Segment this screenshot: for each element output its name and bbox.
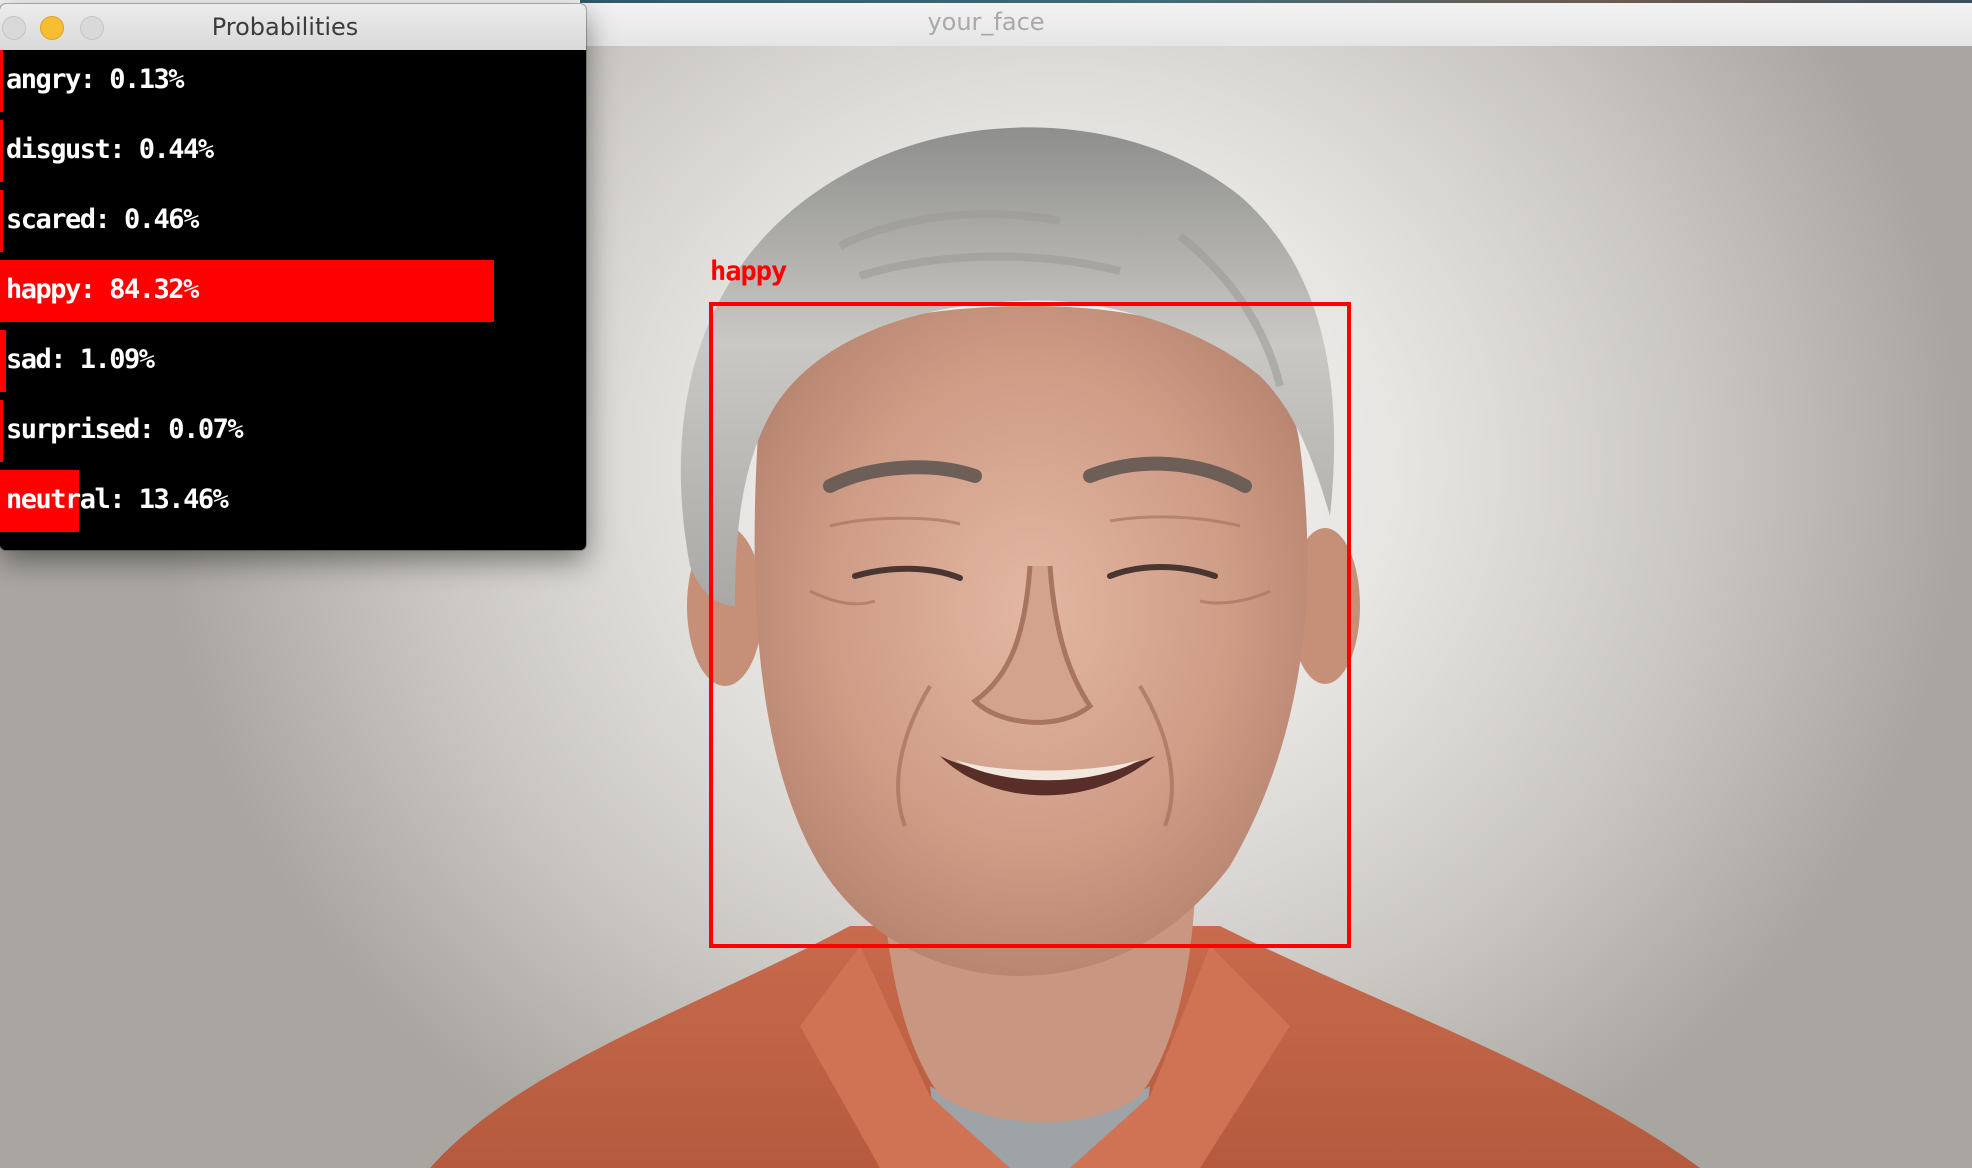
prob-bar xyxy=(0,120,3,182)
zoom-window-button[interactable] xyxy=(80,16,104,40)
prob-row-disgust: disgust: 0.44% xyxy=(0,120,586,182)
prob-text: sad: 1.09% xyxy=(6,344,155,375)
prob-row-happy: happy: 84.32% xyxy=(0,260,586,322)
prob-row-sad: sad: 1.09% xyxy=(0,330,586,392)
prob-text: angry: 0.13% xyxy=(6,64,185,95)
background-window-strip xyxy=(580,0,1972,3)
prob-bar xyxy=(0,400,3,462)
detection-label: happy xyxy=(710,256,787,287)
prob-text: surprised: 0.07% xyxy=(6,414,244,445)
prob-text: scared: 0.46% xyxy=(6,204,199,235)
prob-bar xyxy=(0,50,3,112)
prob-row-neutral: neutral: 13.46% xyxy=(0,470,586,532)
probabilities-panel: angry: 0.13% disgust: 0.44% scared: 0.46… xyxy=(0,50,586,550)
prob-text: disgust: 0.44% xyxy=(6,134,214,165)
probabilities-titlebar[interactable]: Probabilities xyxy=(0,4,586,51)
close-window-button[interactable] xyxy=(2,16,26,40)
probabilities-window: Probabilities angry: 0.13% disgust: 0.44… xyxy=(0,4,586,550)
prob-text: happy: 84.32% xyxy=(6,274,199,305)
prob-row-surprised: surprised: 0.07% xyxy=(0,400,586,462)
minimize-window-button[interactable] xyxy=(40,16,64,40)
probabilities-window-title: Probabilities xyxy=(211,13,359,41)
prob-text: neutral: 13.46% xyxy=(6,484,229,515)
prob-row-scared: scared: 0.46% xyxy=(0,190,586,252)
prob-bar xyxy=(0,190,3,252)
prob-row-angry: angry: 0.13% xyxy=(0,50,586,112)
desktop-screen: your_face happy Probabilities angry: 0.1… xyxy=(0,0,1972,1168)
face-detection-box xyxy=(709,302,1351,948)
